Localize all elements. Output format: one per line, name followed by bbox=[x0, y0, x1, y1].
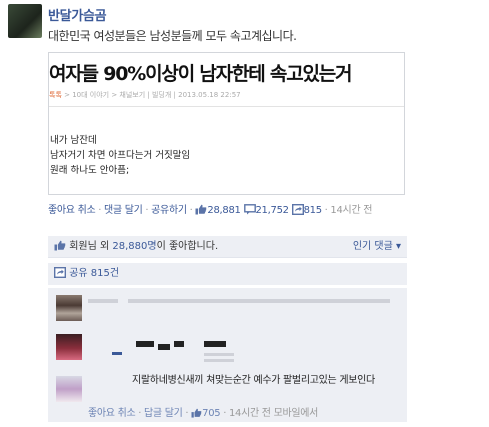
redacted-text bbox=[174, 341, 184, 347]
likers-link[interactable]: 28,880명 bbox=[112, 241, 156, 252]
unlike-link[interactable]: 좋아요 취소 bbox=[48, 205, 96, 216]
comment-avatar[interactable] bbox=[56, 334, 82, 360]
redacted-text bbox=[204, 359, 234, 362]
share-icon bbox=[291, 203, 304, 222]
crumb-part: > 10대 이야기 > bbox=[61, 91, 120, 99]
separator: · bbox=[135, 408, 145, 419]
comments-count[interactable]: 21,752 bbox=[256, 205, 290, 216]
comment-action-bar: 좋아요 취소 · 답글 달기 · 705 · 14시간 전 모바일에서 bbox=[88, 404, 318, 421]
redacted-text bbox=[158, 344, 170, 350]
shared-body-line: 원래 하나도 안아픔; bbox=[50, 165, 130, 176]
separator: · bbox=[220, 408, 229, 419]
crumb-part: 톡톡 bbox=[49, 91, 62, 99]
separator: · bbox=[182, 408, 192, 419]
likes-summary-prefix: 회원님 외 bbox=[69, 241, 113, 252]
comment-link[interactable]: 댓글 달기 bbox=[104, 205, 143, 216]
comment-timestamp[interactable]: 14시간 전 모바일에서 bbox=[229, 408, 318, 419]
crumb-part: 채널보기 bbox=[119, 91, 146, 99]
author-avatar[interactable] bbox=[8, 4, 42, 38]
thumbs-up-icon bbox=[54, 238, 66, 260]
comment-body: 지랄하네병신새끼 쳐맞는순간 예수가 팔벌리고있는 게보인다 bbox=[132, 375, 375, 386]
likes-summary-suffix: 이 좋아합니다. bbox=[156, 241, 219, 252]
redacted-text bbox=[136, 341, 154, 347]
separator: · bbox=[142, 205, 152, 216]
post-author-name[interactable]: 반달가슴곰 bbox=[48, 5, 107, 24]
share-icon bbox=[53, 265, 67, 287]
shared-body-line: 내가 남잔데 bbox=[50, 135, 97, 146]
crumb-part: | 빌딩개 | 2013.05.18 22:57 bbox=[145, 91, 241, 99]
unlike-link[interactable]: 좋아요 취소 bbox=[88, 408, 136, 419]
shares-summary[interactable]: 공유 815건 bbox=[48, 263, 407, 285]
shared-image[interactable]: 여자들 90%이상이 남자한테 속고있는거 톡톡 > 10대 이야기 > 채널보… bbox=[48, 52, 405, 195]
comments-section: 지랄하네병신새끼 쳐맞는순간 예수가 팔벌리고있는 게보인다 좋아요 취소 · … bbox=[48, 288, 407, 422]
likes-count[interactable]: 28,881 bbox=[207, 205, 241, 216]
shared-body-line: 남자거기 차면 아프다는거 거짓말임 bbox=[50, 150, 191, 161]
separator: · bbox=[95, 205, 105, 216]
shared-breadcrumb: 톡톡 > 10대 이야기 > 채널보기 | 빌딩개 | 2013.05.18 2… bbox=[49, 90, 241, 100]
post-action-bar: 좋아요 취소 · 댓글 달기 · 공유하기 · 28,881 21,752 81… bbox=[48, 202, 428, 222]
shares-summary-label: 공유 815건 bbox=[69, 268, 120, 279]
redacted-text bbox=[88, 299, 118, 303]
shared-divider bbox=[49, 106, 404, 107]
share-link[interactable]: 공유하기 bbox=[151, 205, 187, 216]
redacted-text bbox=[204, 353, 234, 356]
redacted-text bbox=[112, 352, 122, 355]
redacted-text bbox=[128, 299, 378, 303]
thumbs-up-icon bbox=[195, 204, 207, 222]
redacted-text bbox=[378, 299, 390, 303]
reply-link[interactable]: 답글 달기 bbox=[144, 408, 183, 419]
redacted-text bbox=[204, 341, 226, 347]
separator: · bbox=[186, 205, 196, 216]
shares-count[interactable]: 815 bbox=[304, 205, 322, 216]
comment-text: 지랄하네병신새끼 쳐맞는순간 예수가 팔벌리고있는 게보인다 bbox=[88, 374, 388, 388]
comment-avatar[interactable] bbox=[56, 376, 82, 402]
comment-likes-count[interactable]: 705 bbox=[202, 408, 220, 419]
likes-summary: 회원님 외 28,880명이 좋아합니다. 인기 댓글 ▾ bbox=[48, 236, 407, 258]
popular-comments-dropdown[interactable]: 인기 댓글 ▾ bbox=[353, 236, 401, 258]
comment-avatar[interactable] bbox=[56, 295, 82, 321]
thumbs-up-icon bbox=[191, 408, 202, 421]
comment-icon bbox=[243, 204, 256, 222]
post-timestamp[interactable]: 14시간 전 bbox=[330, 205, 372, 216]
post-text: 대한민국 여성분들은 남성분들께 모두 속고계십니다. bbox=[48, 29, 297, 43]
shared-body: 내가 남잔데 남자거기 차면 아프다는거 거짓말임 원래 하나도 안아픔; bbox=[50, 133, 190, 178]
shared-headline: 여자들 90%이상이 남자한테 속고있는거 bbox=[49, 63, 353, 85]
